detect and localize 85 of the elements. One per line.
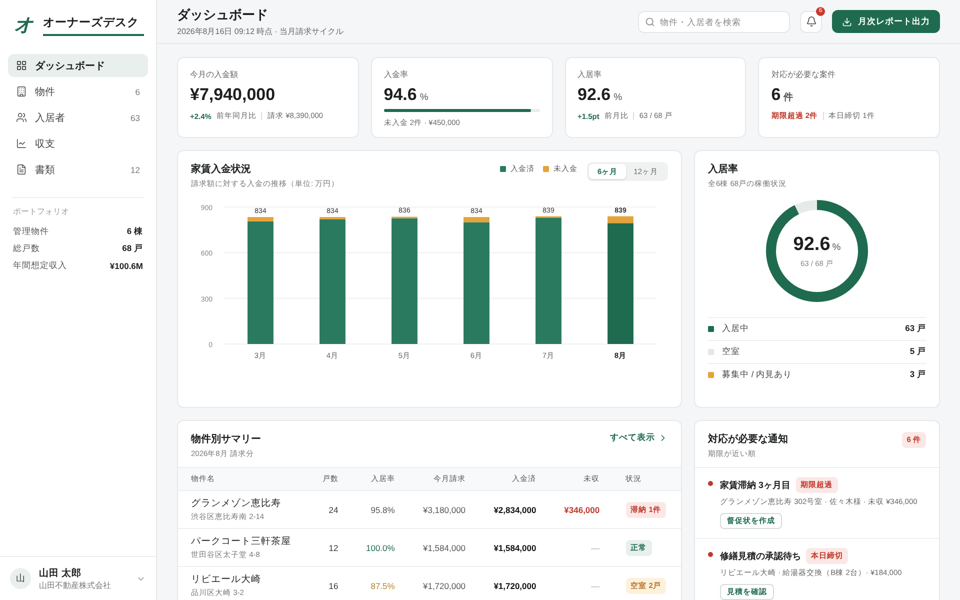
card-title: 家賃入金状況 [191, 162, 252, 176]
table-cell: 100.0% [351, 528, 408, 566]
property-name: リビエール大崎 [191, 573, 262, 586]
kpi-unit: % [614, 92, 622, 103]
table-cell: ¥2,834,000 [478, 490, 550, 528]
table-cell: 16 [308, 566, 352, 600]
table-cell: ¥1,720,000 [478, 566, 550, 600]
nav-item[interactable]: 書類 12 [8, 158, 148, 181]
table-cell: ¥1,584,000 [478, 528, 550, 566]
property-name: グランメゾン恵比寿 [191, 497, 282, 510]
notice-title: 家賃滞納 3ヶ月目 [720, 478, 791, 492]
table-cell: — [549, 566, 613, 600]
kpi-unit: 件 [784, 91, 794, 104]
status-dot [708, 481, 713, 486]
page-title: ダッシュボード [177, 6, 269, 24]
legend-value: 5 戸 [910, 346, 926, 358]
bell-icon [806, 16, 816, 27]
line-chart-icon [16, 138, 27, 149]
page-subtitle: 2026年8月16日 09:12 時点 · 当月請求サイクル [177, 26, 345, 37]
legend-value: 3 戸 [910, 369, 926, 381]
card-title: 対応が必要な通知 [708, 432, 788, 446]
nav-label: ダッシュボード [35, 60, 106, 72]
kpi-unit: % [420, 92, 428, 103]
legend-label: 募集中 / 内見あり [722, 369, 794, 381]
download-icon [842, 16, 852, 26]
nav-count: 63 [130, 112, 140, 122]
export-report-button[interactable]: 月次レポート出力 [832, 10, 940, 33]
document-icon [16, 164, 27, 175]
table-cell: 95.8% [351, 490, 408, 528]
table-cell: ¥1,720,000 [408, 566, 479, 600]
user-name: 山田 太郎 [39, 566, 83, 580]
table-cell: 12 [308, 528, 352, 566]
kpi-value: ¥7,940,000 [190, 85, 276, 105]
nav-item[interactable]: ダッシュボード [8, 54, 148, 77]
table-cell: ¥1,584,000 [408, 528, 479, 566]
table-cell: 24 [308, 490, 352, 528]
people-icon [16, 112, 27, 123]
kpi-value: 94.6 [384, 85, 417, 105]
table-cell: — [549, 528, 613, 566]
app-name: オーナーズデスク [43, 14, 144, 36]
table-cell: 87.5% [351, 566, 408, 600]
kpi-label: 今月の入金額 [190, 69, 239, 80]
grid-icon [16, 60, 27, 71]
logo-mark: オ [14, 14, 33, 38]
nav-item[interactable]: 入居者 63 [8, 106, 148, 129]
property-name: パークコート三軒茶屋 [191, 535, 292, 548]
card-title: 物件別サマリー [191, 432, 261, 446]
kpi-label: 入居率 [578, 69, 602, 80]
status-dot [708, 552, 713, 557]
nav-label: 物件 [35, 86, 56, 98]
nav-count: 12 [130, 164, 140, 174]
building-icon [16, 86, 27, 97]
company-name: 山田不動産株式会社 [39, 580, 112, 590]
nav-item[interactable]: 物件 6 [8, 80, 148, 103]
card-title: 入居率 [708, 162, 739, 176]
kpi-value: 6 [771, 85, 781, 105]
nav-count: 6 [135, 86, 140, 96]
kpi-label: 入金率 [384, 69, 409, 80]
kpi-value: 92.6 [578, 85, 611, 105]
legend-label: 入居中 [722, 323, 750, 335]
legend-swatch [500, 166, 506, 172]
stat-value: 68 戸 [122, 242, 143, 254]
legend-value: 63 戸 [905, 323, 926, 335]
search-field[interactable]: 物件・入居者を検索 [638, 10, 790, 32]
table-cell: ¥3,180,000 [408, 490, 479, 528]
occupancy-unit: % [832, 242, 841, 252]
nav-label: 書類 [35, 164, 56, 176]
table-cell: ¥346,000 [549, 490, 613, 528]
stat-label: 管理物件 [13, 226, 49, 238]
occupancy-value: 92.6 [793, 234, 830, 256]
kpi-label: 対応が必要な案件 [771, 69, 836, 80]
nav-item[interactable]: 収支 [8, 132, 148, 155]
user-menu[interactable]: 山 山田 太郎 山田不動産株式会社 [0, 556, 156, 600]
stat-label: 年間想定収入 [13, 260, 67, 272]
section-title: ポートフォリオ [12, 206, 70, 218]
legend-label: 空室 [722, 346, 741, 358]
stat-value: 6 棟 [126, 226, 143, 238]
nav-label: 入居者 [35, 112, 66, 124]
stat-label: 総戸数 [13, 242, 40, 254]
notice-title: 修繕見積の承認待ち [720, 550, 801, 562]
view-all-link[interactable]: すべて表示 [610, 432, 668, 444]
legend-swatch [543, 166, 550, 172]
stat-value: ¥100.6M [110, 260, 143, 270]
avatar: 山 [10, 568, 31, 589]
nav-label: 収支 [35, 138, 56, 150]
